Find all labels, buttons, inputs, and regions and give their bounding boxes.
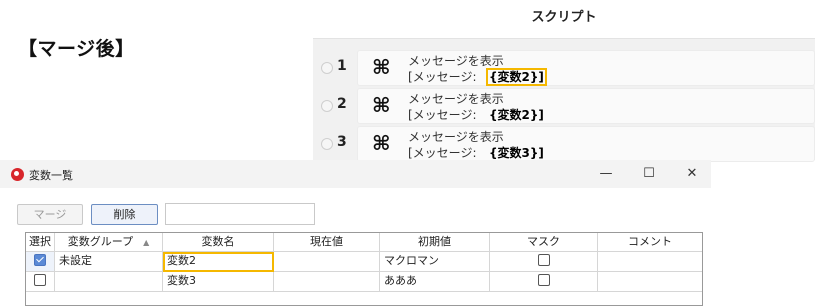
brace-open: { [488,70,498,84]
comment-cell[interactable] [598,272,702,292]
column-header-initial[interactable]: 初期値 [380,233,490,252]
script-panel: スクリプト 1 ⌘ メッセージを表示 [メッセージ: {変数2}] 2 ⌘ メッ… [313,0,815,162]
sort-ascending-icon: ▲ [143,238,150,247]
param-prefix: [メッセージ: [408,70,477,84]
command-block[interactable]: ⌘ メッセージを表示 [メッセージ: {変数2}] [357,88,815,124]
script-row[interactable]: 2 ⌘ メッセージを表示 [メッセージ: {変数2}] [313,88,815,124]
group-cell[interactable]: 未設定 [55,252,163,272]
current-value-cell[interactable] [274,252,380,272]
initial-value-cell[interactable]: あああ [380,272,490,292]
variable-ref: {変数3}] [488,146,545,160]
mask-cell[interactable] [490,272,598,292]
command-title: メッセージを表示 [408,92,504,106]
column-header-current[interactable]: 現在値 [274,233,380,252]
command-icon: ⌘ [372,55,391,79]
brace-close: }] [529,108,544,122]
row-select-cell[interactable] [26,252,55,272]
script-row[interactable]: 3 ⌘ メッセージを表示 [メッセージ: {変数3}] [313,126,815,162]
row-number: 2 [337,96,347,112]
column-header-name[interactable]: 変数名 [163,233,274,252]
row-number: 1 [337,58,347,74]
row-dot-icon [321,138,333,150]
script-row[interactable]: 1 ⌘ メッセージを表示 [メッセージ: {変数2}] [313,50,815,86]
command-icon: ⌘ [372,93,391,117]
checkbox-checked-icon[interactable] [34,254,46,266]
window-title: 変数一覧 [29,169,73,182]
command-block[interactable]: ⌘ メッセージを表示 [メッセージ: {変数3}] [357,126,815,162]
brace-open: { [488,146,498,160]
brace-close: }] [529,70,544,84]
command-icon: ⌘ [372,131,391,155]
search-input[interactable] [165,203,315,225]
command-param: [メッセージ: {変数2}] [408,106,545,123]
command-title: メッセージを表示 [408,130,504,144]
variable-name: 変数2 [497,70,530,84]
row-select-cell[interactable] [26,272,55,292]
variable-ref: {変数2}] [485,68,547,86]
param-prefix: [メッセージ: [408,146,477,160]
variable-list-window: 変数一覧 — ☐ ✕ マージ 削除 選択 変数グループ ▲ 変数名 現在値 初期値… [0,160,711,306]
row-number: 3 [337,134,347,150]
row-dot-icon [321,100,333,112]
comment-cell[interactable] [598,252,702,272]
mask-cell[interactable] [490,252,598,272]
title-bar[interactable]: 変数一覧 — ☐ ✕ [0,160,711,188]
command-param: [メッセージ: {変数3}] [408,144,545,161]
name-cell[interactable]: 変数3 [163,272,274,292]
checkbox-unchecked-icon[interactable] [537,274,550,286]
page-heading: 【マージ後】 [18,38,135,60]
initial-value-cell[interactable]: マクロマン [380,252,490,272]
column-header-mask[interactable]: マスク [490,233,598,252]
variable-name: 変数3 [497,146,530,160]
column-header-group[interactable]: 変数グループ ▲ [55,233,163,252]
name-cell[interactable]: 変数2 [163,252,274,272]
checkbox-unchecked-icon[interactable] [537,254,550,266]
brace-open: { [488,108,498,122]
command-block[interactable]: ⌘ メッセージを表示 [メッセージ: {変数2}] [357,50,815,86]
command-param: [メッセージ: {変数2}] [408,68,547,86]
script-header: スクリプト [313,0,815,39]
close-button[interactable]: ✕ [680,163,704,185]
variable-name: 変数2 [497,108,530,122]
command-title: メッセージを表示 [408,54,504,68]
variable-ref: {変数2}] [488,108,545,122]
merge-button[interactable]: マージ [17,204,83,225]
brace-close: }] [529,146,544,160]
minimize-button[interactable]: — [594,163,618,185]
maximize-button[interactable]: ☐ [637,163,661,185]
param-prefix: [メッセージ: [408,108,477,122]
group-cell[interactable] [55,272,163,292]
current-value-cell[interactable] [274,272,380,292]
row-dot-icon [321,62,333,74]
column-header-select[interactable]: 選択 [26,233,55,252]
variables-table: 選択 変数グループ ▲ 変数名 現在値 初期値 マスク コメント 未設定 変数2 … [25,232,703,306]
column-header-group-label: 変数グループ [67,235,134,248]
delete-button[interactable]: 削除 [91,204,158,225]
app-icon [11,168,24,181]
checkbox-unchecked-icon[interactable] [34,274,46,286]
column-header-comment[interactable]: コメント [598,233,702,252]
